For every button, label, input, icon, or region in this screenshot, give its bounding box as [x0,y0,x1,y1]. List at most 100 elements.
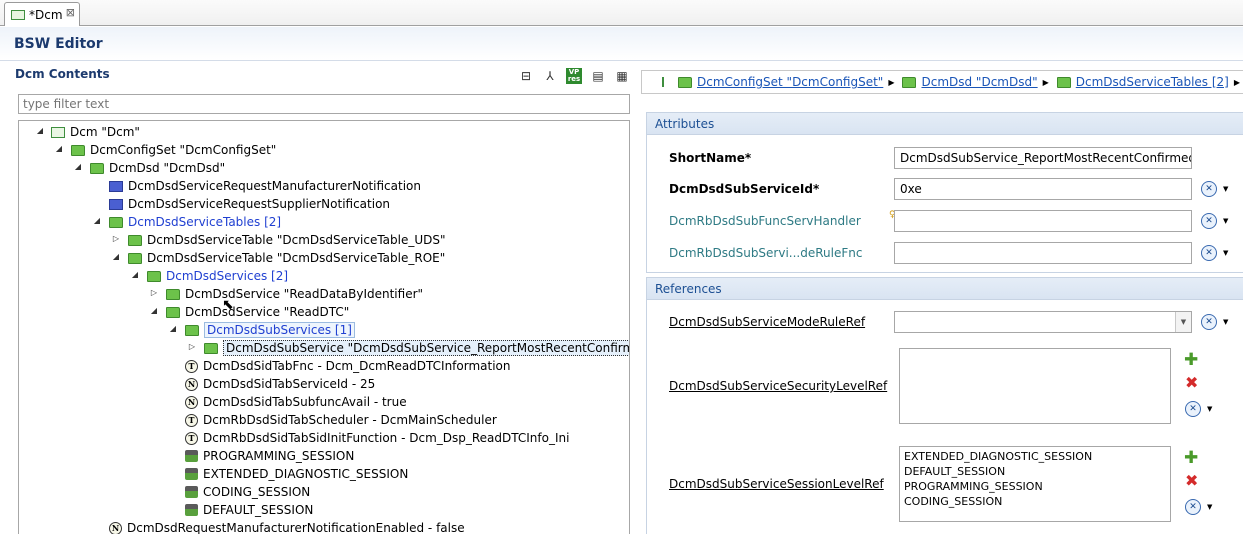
tree-node-manufacturer-notification[interactable]: DcmDsdServiceRequestManufacturerNotifica… [109,177,421,195]
breadcrumb-item[interactable]: DcmDsdServiceTables [2] ▶ [1056,75,1240,89]
tab-label: *Dcm [29,7,63,22]
session-list[interactable]: EXTENDED_DIAGNOSTIC_SESSION DEFAULT_SESS… [899,446,1171,522]
references-header[interactable]: References [647,278,1243,300]
delete-icon[interactable]: ✖ [1185,471,1198,490]
tree-node-label: DcmDsdServiceRequestSupplierNotification [128,197,391,211]
breadcrumb-link[interactable]: DcmConfigSet "DcmConfigSet" [697,75,883,89]
text-param-icon: T [185,359,198,373]
tree-node-label: DcmDsdService "ReadDataByIdentifier" [185,287,424,301]
dropdown-arrow-icon[interactable]: ▼ [1207,405,1212,413]
breadcrumb-item[interactable]: DcmConfigSet "DcmConfigSet" ▶ [678,75,894,89]
shortname-row: ShortName* DcmDsdSubService_ReportMostRe… [647,146,1243,170]
navigate-icon[interactable]: ✕ [1201,181,1217,197]
tree-node-label: DcmDsdSidTabFnc - Dcm_DcmReadDTCInformat… [203,359,511,373]
document-icon[interactable]: ▤ [590,68,606,84]
expand-arrow-icon[interactable]: ▷ [149,288,159,297]
dropdown-arrow-icon[interactable]: ▼ [1207,503,1212,511]
folder-icon [128,252,142,264]
rulefnc-field[interactable] [894,242,1192,264]
close-tab-icon[interactable]: ⊠ [66,6,75,19]
subserviceid-field[interactable]: 0xe [894,178,1192,200]
tree-node-configset[interactable]: DcmConfigSet "DcmConfigSet" [71,141,276,159]
dropdown-arrow-icon[interactable]: ▼ [1223,185,1228,193]
list-item[interactable]: PROGRAMMING_SESSION [904,479,1166,494]
handler-field[interactable] [894,210,1192,232]
tree-node-reference[interactable]: DEFAULT_SESSION [185,501,313,519]
breadcrumb-link[interactable]: DcmDsd "DcmDsd" [921,75,1037,89]
tree-node-reference[interactable]: PROGRAMMING_SESSION [185,447,354,465]
tree-node-subservice-selected[interactable]: DcmDsdSubService "DcmDsdSubService_Repor… [204,339,629,357]
tree-node-services[interactable]: DcmDsdServices [2] [147,267,288,285]
dropdown-arrow-icon[interactable]: ▼ [1223,249,1228,257]
collapse-arrow-icon[interactable]: ◢ [35,126,45,135]
tree-node-service-table-uds[interactable]: DcmDsdServiceTable "DcmDsdServiceTable_U… [128,231,446,249]
hierarchy-icon[interactable]: ⅄ [542,68,558,84]
tree-node-param[interactable]: N DcmDsdRequestManufacturerNotificationE… [109,519,465,534]
collapse-arrow-icon[interactable]: ◢ [73,162,83,171]
collapse-arrow-icon[interactable]: ◢ [130,270,140,279]
tree-node-service-tables[interactable]: DcmDsdServiceTables [2] [109,213,281,231]
tree-node-reference[interactable]: CODING_SESSION [185,483,310,501]
expand-arrow-icon[interactable]: ▷ [187,342,197,351]
tree-node-label: DcmRbDsdSidTabSidInitFunction - Dcm_Dsp_… [203,431,570,445]
vp-res-icon[interactable]: VP res [566,68,582,84]
collapse-arrow-icon[interactable]: ◢ [92,216,102,225]
tree-node-param[interactable]: N DcmDsdSidTabServiceId - 25 [185,375,375,393]
moderule-label[interactable]: DcmDsdSubServiceModeRuleRef [669,315,865,329]
tree-node-param[interactable]: T DcmRbDsdSidTabScheduler - DcmMainSched… [185,411,497,429]
tree-node-supplier-notification[interactable]: DcmDsdServiceRequestSupplierNotification [109,195,390,213]
list-item[interactable]: EXTENDED_DIAGNOSTIC_SESSION [904,449,1166,464]
list-item[interactable]: CODING_SESSION [904,494,1166,509]
shortname-field[interactable]: DcmDsdSubService_ReportMostRecentConfirm… [894,147,1192,169]
collapse-all-icon[interactable]: ⊟ [518,68,534,84]
navigate-icon[interactable]: ✕ [1185,401,1201,417]
navigate-icon[interactable]: ✕ [1201,314,1217,330]
breadcrumb-arrow-icon[interactable]: ▶ [888,78,894,87]
navigate-icon[interactable]: ✕ [1201,213,1217,229]
tree-node-service-readdtc[interactable]: DcmDsdService "ReadDTC" [166,303,349,321]
breadcrumb-arrow-icon[interactable]: ▶ [1043,78,1049,87]
tree-node-service-readdatabyidentifier[interactable]: DcmDsdService "ReadDataByIdentifier" [166,285,423,303]
security-label[interactable]: DcmDsdSubServiceSecurityLevelRef [669,379,887,393]
tree-node-subservices[interactable]: DcmDsdSubServices [1] [185,321,355,339]
mouse-cursor-icon: ⬉ [222,297,234,313]
collapse-arrow-icon[interactable]: ◢ [149,306,159,315]
editor-header: BSW Editor [0,27,1243,61]
dropdown-arrow-icon[interactable]: ▼ [1223,217,1228,225]
tree-node-dcm[interactable]: Dcm "Dcm" [51,123,140,141]
dropdown-arrow-icon[interactable]: ▼ [1223,318,1228,326]
tree-node-param[interactable]: N DcmDsdSidTabSubfuncAvail - true [185,393,407,411]
expand-arrow-icon[interactable]: ▷ [111,234,121,243]
tree-node-label: DcmRbDsdSidTabScheduler - DcmMainSchedul… [203,413,497,427]
attributes-header[interactable]: Attributes [647,113,1243,135]
moderule-combo[interactable]: ▼ [894,311,1192,333]
folder-icon [71,144,85,156]
plus-icon[interactable]: ✚ [1184,350,1198,370]
filter-table-icon[interactable]: ▦ [614,68,630,84]
tree-node-param[interactable]: T DcmRbDsdSidTabSidInitFunction - Dcm_Ds… [185,429,569,447]
security-list[interactable] [899,348,1171,424]
tab-dcm[interactable]: *Dcm ⊠ [4,2,80,26]
collapse-arrow-icon[interactable]: ◢ [168,324,178,333]
collapse-arrow-icon[interactable]: ◢ [111,252,121,261]
tree-node-service-table-roe[interactable]: DcmDsdServiceTable "DcmDsdServiceTable_R… [128,249,445,267]
tree-node-reference[interactable]: EXTENDED_DIAGNOSTIC_SESSION [185,465,408,483]
navigate-icon[interactable]: ✕ [1185,499,1201,515]
breadcrumb-arrow-icon[interactable]: ▶ [1234,78,1240,87]
plus-icon[interactable]: ✚ [1184,448,1198,468]
breadcrumb-link[interactable]: DcmDsdServiceTables [2] [1076,75,1229,89]
session-label[interactable]: DcmDsdSubServiceSessionLevelRef [669,477,884,491]
module-icon[interactable] [662,77,664,87]
delete-icon[interactable]: ✖ [1185,373,1198,392]
tree-node-dsd[interactable]: DcmDsd "DcmDsd" [90,159,225,177]
tree-node-param[interactable]: T DcmDsdSidTabFnc - Dcm_DcmReadDTCInform… [185,357,511,375]
tree-filter-input[interactable] [18,94,630,114]
chevron-down-icon[interactable]: ▼ [1175,312,1191,332]
breadcrumb-item[interactable]: DcmDsd "DcmDsd" ▶ [902,75,1049,89]
list-item[interactable]: DEFAULT_SESSION [904,464,1166,479]
references-section: References DcmDsdSubServiceModeRuleRef ▼… [646,277,1243,534]
collapse-arrow-icon[interactable]: ◢ [54,144,64,153]
navigate-icon[interactable]: ✕ [1201,245,1217,261]
contents-tree[interactable]: Dcm "Dcm" ◢ DcmConfigSet "DcmConfigSet" … [18,120,630,534]
folder-icon [166,288,180,300]
